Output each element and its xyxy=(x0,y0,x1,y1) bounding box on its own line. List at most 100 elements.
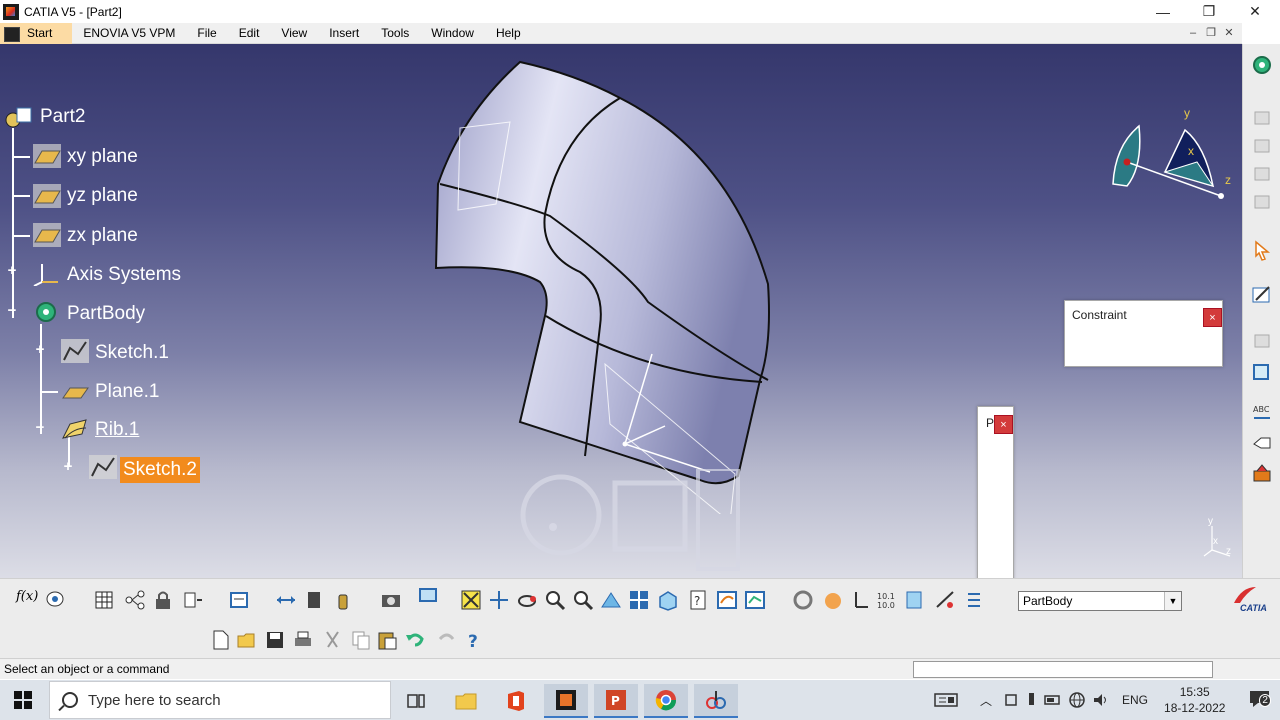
menu-tools[interactable]: Tools xyxy=(370,23,420,44)
menu-insert[interactable]: Insert xyxy=(318,23,370,44)
text-annotation-icon[interactable]: ABC xyxy=(1251,402,1273,424)
app-taskbar-button[interactable] xyxy=(694,684,738,718)
precision-icon[interactable]: 10.110.0 xyxy=(876,589,898,611)
capture-icon[interactable] xyxy=(380,589,402,611)
shading-icon[interactable] xyxy=(744,589,766,611)
zoom-in-icon[interactable] xyxy=(544,589,566,611)
collapse-icon[interactable]: − xyxy=(34,420,46,435)
measure-icon[interactable] xyxy=(1251,432,1273,454)
tree-node-part2[interactable]: Part2 xyxy=(37,104,88,130)
hide-show-icon[interactable]: ? xyxy=(688,589,710,611)
help-icon[interactable]: ? xyxy=(464,629,486,651)
expand-icon[interactable]: + xyxy=(62,459,74,474)
table-icon[interactable] xyxy=(94,589,116,611)
partial-dialog-close-button[interactable]: × xyxy=(994,415,1013,434)
catalog-icon[interactable] xyxy=(228,589,250,611)
chevron-up-icon[interactable]: ︿ xyxy=(980,692,992,709)
task-view-button[interactable] xyxy=(394,684,438,718)
battery-icon[interactable] xyxy=(1044,692,1062,708)
tree-node-sketch2[interactable]: Sketch.2 xyxy=(120,457,200,483)
apply-material-icon[interactable] xyxy=(332,589,354,611)
knowledge-advisor-icon[interactable] xyxy=(44,589,66,611)
tree-node-sketch1[interactable]: Sketch.1 xyxy=(92,340,172,366)
hand-icon[interactable] xyxy=(822,589,844,611)
analysis-icon[interactable] xyxy=(934,589,956,611)
catia-taskbar-button[interactable] xyxy=(544,684,588,718)
tree-node-xy-plane[interactable]: xy plane xyxy=(64,144,141,170)
measure-item-icon[interactable] xyxy=(304,589,326,611)
news-icon[interactable] xyxy=(934,692,958,708)
menu-help[interactable]: Help xyxy=(485,23,532,44)
print-icon[interactable] xyxy=(292,629,314,651)
menu-start[interactable]: Start xyxy=(0,22,73,44)
usb-icon[interactable] xyxy=(1026,692,1036,708)
tree-node-rib1[interactable]: Rib.1 xyxy=(92,417,142,443)
save-icon[interactable] xyxy=(264,629,286,651)
rotate-icon[interactable] xyxy=(516,589,538,611)
multi-view-icon[interactable] xyxy=(628,589,650,611)
menu-enovia[interactable]: ENOVIA V5 VPM xyxy=(72,23,186,44)
mdi-close-button[interactable]: ✕ xyxy=(1220,23,1238,44)
cut-icon[interactable] xyxy=(322,629,344,651)
filter-icon[interactable] xyxy=(904,589,926,611)
tool-icon[interactable] xyxy=(1251,106,1273,128)
partial-dialog[interactable]: P × xyxy=(977,406,1014,578)
constraint-dialog[interactable]: Constraint × xyxy=(1064,300,1223,367)
chevron-down-icon[interactable]: ▼ xyxy=(1164,592,1181,610)
globe-icon[interactable] xyxy=(1068,691,1086,709)
menu-view[interactable]: View xyxy=(270,23,318,44)
maximize-button[interactable]: ❐ xyxy=(1186,0,1232,23)
workbench-icon[interactable] xyxy=(1251,54,1273,76)
notification-center-button[interactable]: 2 xyxy=(1249,689,1271,712)
tool-icon[interactable] xyxy=(1251,190,1273,212)
formula-icon[interactable]: f(x) xyxy=(16,589,38,611)
file-explorer-button[interactable] xyxy=(444,684,488,718)
constraint-dialog-close-button[interactable]: × xyxy=(1203,308,1222,327)
pan-icon[interactable] xyxy=(488,589,510,611)
tree-node-partbody[interactable]: PartBody xyxy=(64,301,148,327)
paste-icon[interactable] xyxy=(376,629,398,651)
power-input-field[interactable] xyxy=(913,661,1213,678)
menu-file[interactable]: File xyxy=(186,23,227,44)
copy-icon[interactable] xyxy=(350,629,372,651)
tree-node-yz-plane[interactable]: yz plane xyxy=(64,183,141,209)
meet-icon[interactable] xyxy=(1004,692,1018,708)
3d-viewport[interactable]: Part2 xy plane yz plane zx plane + Axis … xyxy=(0,44,1242,578)
clock[interactable]: 15:35 18-12-2022 xyxy=(1164,684,1225,716)
tree-node-axis-systems[interactable]: Axis Systems xyxy=(64,262,184,288)
chrome-taskbar-button[interactable] xyxy=(644,684,688,718)
lock-icon[interactable] xyxy=(152,589,174,611)
axis-icon[interactable] xyxy=(848,589,870,611)
apply-material-icon[interactable] xyxy=(1251,462,1273,484)
taskbar-search-box[interactable]: Type here to search xyxy=(49,681,391,719)
sketcher-icon[interactable] xyxy=(1251,284,1273,306)
minimize-button[interactable]: — xyxy=(1140,0,1186,23)
language-indicator[interactable]: ENG xyxy=(1122,693,1148,707)
collapse-icon[interactable]: − xyxy=(6,303,18,318)
sweep-icon[interactable] xyxy=(792,589,814,611)
tool-icon[interactable] xyxy=(1251,162,1273,184)
tool-icon[interactable] xyxy=(1251,360,1273,382)
swap-space-icon[interactable] xyxy=(716,589,738,611)
expand-icon[interactable]: + xyxy=(34,342,46,357)
fly-mode-icon[interactable] xyxy=(418,585,440,607)
tree-node-zx-plane[interactable]: zx plane xyxy=(64,223,141,249)
tool-icon[interactable] xyxy=(1251,329,1273,351)
datum-icon[interactable] xyxy=(182,589,204,611)
tree-graph-icon[interactable] xyxy=(124,589,146,611)
redo-icon[interactable] xyxy=(436,629,458,651)
select-arrow-icon[interactable] xyxy=(1251,239,1273,261)
undo-icon[interactable] xyxy=(404,629,426,651)
mdi-restore-button[interactable]: ❐ xyxy=(1202,23,1220,44)
volume-icon[interactable] xyxy=(1092,692,1110,708)
open-file-icon[interactable] xyxy=(236,629,258,651)
normal-view-icon[interactable] xyxy=(600,589,622,611)
compass[interactable] xyxy=(1105,106,1235,206)
measure-between-icon[interactable] xyxy=(275,589,297,611)
expand-icon[interactable]: + xyxy=(6,263,18,278)
office-button[interactable] xyxy=(494,684,538,718)
fit-all-icon[interactable] xyxy=(460,589,482,611)
tool-icon[interactable] xyxy=(1251,134,1273,156)
current-body-select[interactable]: PartBody ▼ xyxy=(1018,591,1182,611)
powerpoint-taskbar-button[interactable]: P xyxy=(594,684,638,718)
